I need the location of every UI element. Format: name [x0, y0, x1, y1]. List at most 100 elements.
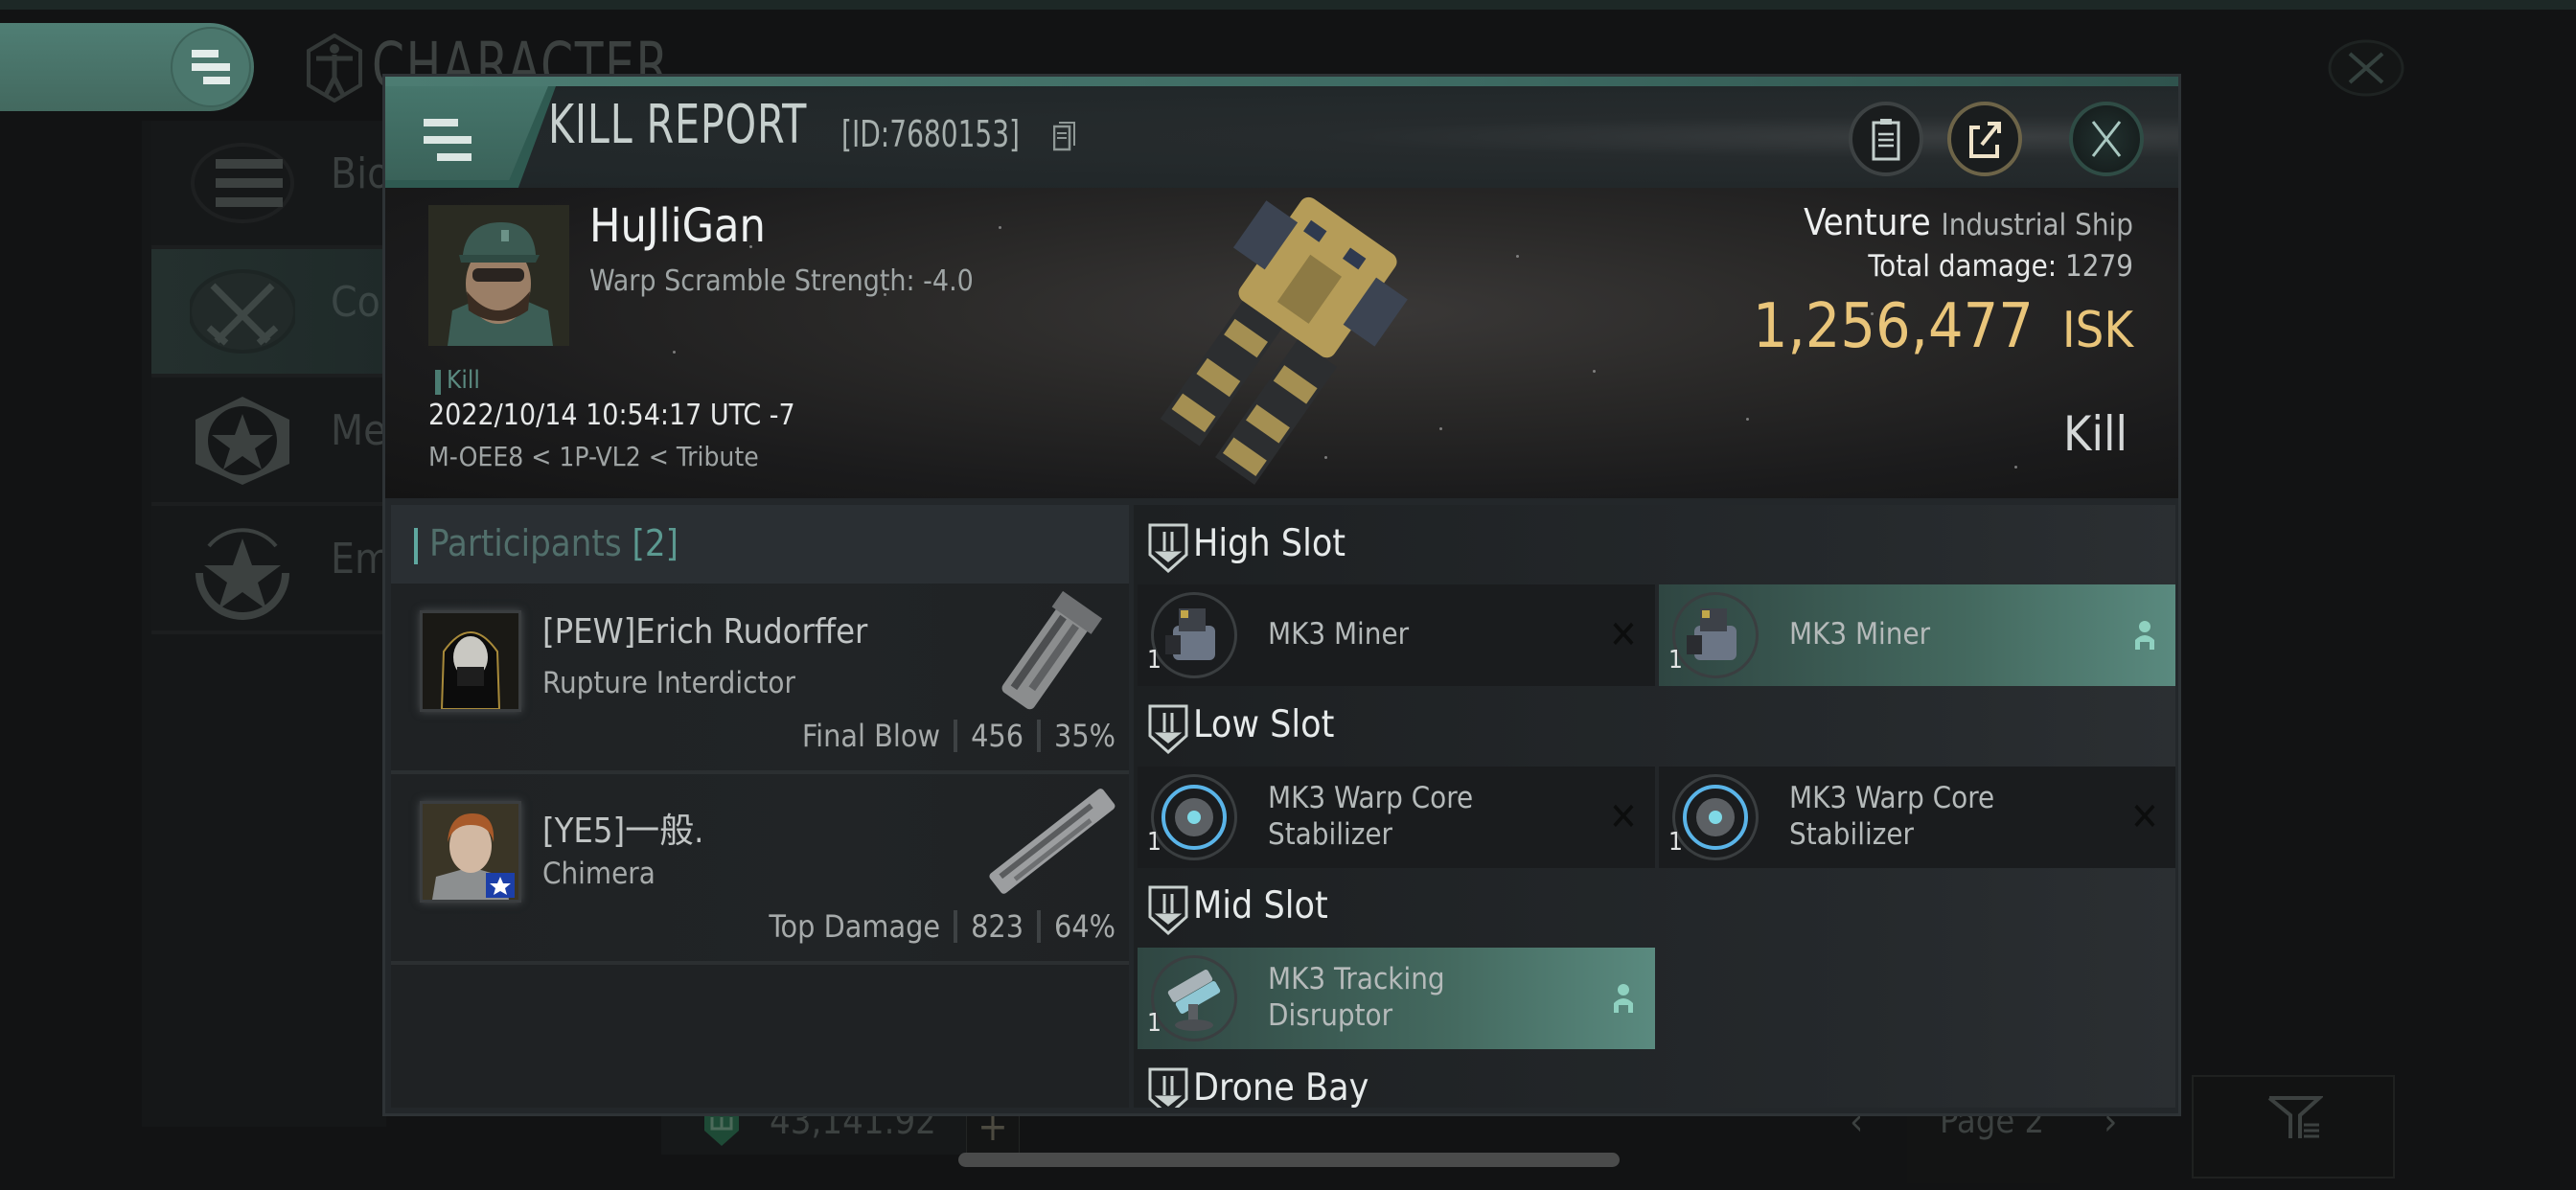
sidebar-item-medals[interactable]: Medals	[151, 378, 465, 506]
participant-damage: 823	[971, 908, 1024, 945]
kill-tag: Kill	[447, 366, 480, 395]
fitting-item[interactable]: 1 MK3 Miner	[1659, 584, 2175, 686]
sidebar-item-bio[interactable]: Bio	[151, 121, 390, 249]
kill-tag-marker	[435, 370, 441, 395]
participant-ship: Chimera	[542, 857, 656, 891]
dropped-loot-icon	[1614, 984, 1633, 1013]
total-damage: Total damage: 1279	[1868, 249, 2133, 284]
total-damage-value: 1279	[2065, 249, 2133, 284]
modal-title: KILL REPORT	[548, 94, 808, 156]
top-status-strip	[0, 0, 2576, 10]
participant-avatar[interactable]	[420, 610, 521, 712]
close-icon	[2091, 121, 2122, 157]
participants-count: [2]	[632, 522, 678, 564]
destroyed-x-icon: ✕	[1608, 613, 1638, 657]
module-quantity: 1	[1147, 828, 1162, 857]
slot-label: High Slot	[1193, 522, 1346, 565]
miner-module-icon	[1165, 608, 1215, 660]
warp-scramble-strength: Warp Scramble Strength: -4.0	[589, 264, 974, 298]
module-name: MK3 Tracking Disruptor	[1268, 962, 1445, 1033]
participant-portrait-image	[423, 613, 518, 709]
emblem-star-icon	[196, 528, 289, 620]
ship-name: Venture	[1804, 201, 1931, 243]
victim-ship[interactable]: Venture Industrial Ship	[1804, 201, 2133, 243]
home-indicator[interactable]	[958, 1153, 1620, 1167]
modal-top-accent	[385, 77, 2178, 86]
fitting-item[interactable]: 1 MK3 Tracking Disruptor	[1138, 948, 1655, 1049]
participant-avatar[interactable]	[420, 801, 521, 903]
stat-divider	[1037, 720, 1042, 752]
sidebar-item-emblems[interactable]: Emblems	[151, 506, 506, 634]
background-close-icon[interactable]	[2327, 38, 2405, 98]
share-button[interactable]	[1947, 102, 2022, 176]
kill-location[interactable]: M-OEE8 < 1P-VL2 < Tribute	[428, 441, 759, 472]
destroyed-x-icon: ✕	[1608, 795, 1638, 839]
hamburger-icon	[424, 119, 472, 161]
module-quantity: 1	[1668, 646, 1683, 675]
sidebar-item-combat[interactable]: Combat	[151, 249, 479, 378]
participant-stats: Final Blow 456 35%	[802, 718, 1116, 754]
slot-shield-icon	[1148, 523, 1188, 574]
rupture-ship-image	[1001, 591, 1103, 710]
slot-shield-icon	[1148, 1067, 1188, 1108]
participant-name: [YE5]一般.	[542, 812, 704, 851]
tracking-disruptor-icon	[1167, 970, 1221, 1031]
bio-icon	[191, 143, 294, 223]
sidebar-label: Bio	[331, 149, 391, 198]
participants-marker	[414, 528, 418, 564]
miner-module-icon	[1687, 608, 1736, 660]
module-icon	[1151, 592, 1237, 678]
participant-role: Top Damage	[769, 908, 941, 945]
slot-header-high: High Slot	[1134, 505, 2175, 585]
participant-row[interactable]: [YE5]一般. Chimera Top Damage 823 64%	[391, 774, 1129, 965]
slot-shield-icon	[1148, 704, 1188, 755]
crossed-swords-icon	[190, 269, 295, 354]
module-quantity: 1	[1668, 828, 1683, 857]
stat-divider	[954, 910, 958, 943]
module-quantity: 1	[1147, 646, 1162, 675]
clipboard-button[interactable]	[1849, 102, 1923, 176]
module-name: MK3 Warp Core Stabilizer	[1268, 781, 1474, 852]
slot-label: Mid Slot	[1193, 884, 1328, 927]
kill-result: Kill	[2063, 406, 2128, 462]
venture-ship-image	[1160, 196, 1408, 485]
fitting-item[interactable]: 1 MK3 Warp Core Stabilizer ✕	[1659, 767, 2175, 868]
participant-portrait-image	[423, 804, 518, 900]
participant-stats: Top Damage 823 64%	[769, 908, 1116, 945]
participant-row[interactable]: [PEW]Erich Rudorffer Rupture Interdictor…	[391, 584, 1129, 774]
participant-percent: 64%	[1054, 908, 1116, 945]
fitting-item[interactable]: 1 MK3 Warp Core Stabilizer ✕	[1138, 767, 1655, 868]
slot-label: Low Slot	[1193, 703, 1335, 746]
fittings-panel: High Slot 1 MK3 Miner ✕ 1 MK3 Miner Low …	[1134, 505, 2175, 1108]
isk-currency: ISK	[2061, 302, 2133, 359]
module-icon	[1672, 774, 1759, 860]
total-damage-label: Total damage:	[1868, 249, 2058, 284]
destroyed-x-icon: ✕	[2129, 795, 2159, 839]
filter-icon	[2267, 1096, 2323, 1138]
victim-name[interactable]: HuJliGan	[589, 199, 766, 253]
chimera-ship-image	[989, 789, 1116, 894]
participant-ship: Rupture Interdictor	[542, 666, 795, 700]
module-quantity: 1	[1147, 1009, 1162, 1038]
hamburger-icon	[192, 50, 230, 84]
module-name: MK3 Miner	[1268, 617, 1410, 652]
character-vitruvian-icon	[307, 34, 362, 103]
main-menu-button[interactable]	[171, 27, 251, 107]
participants-header: Participants [2]	[391, 505, 1129, 584]
isk-amount: 1,256,477	[1752, 291, 2034, 362]
slot-header-drone-bay: Drone Bay	[1134, 1049, 2175, 1108]
copy-icon[interactable]	[1053, 121, 1076, 151]
isk-value: 1,256,477 ISK	[1753, 291, 2133, 362]
character-sidebar: Bio Combat Medals Emblems	[142, 121, 506, 1127]
share-external-icon	[1969, 122, 2001, 158]
victim-avatar[interactable]	[428, 205, 569, 346]
participants-panel: Participants [2] [PEW]Erich Rudorffer Ru…	[391, 505, 1129, 1108]
kill-datetime: 2022/10/14 10:54:17 UTC -7	[428, 399, 795, 432]
close-button[interactable]	[2069, 102, 2144, 176]
warp-core-stabilizer-icon	[1162, 785, 1227, 850]
participants-title: Participants [2]	[429, 522, 678, 564]
slot-header-low: Low Slot	[1134, 686, 2175, 767]
stat-divider	[1037, 910, 1042, 943]
filter-button[interactable]	[2192, 1075, 2395, 1179]
fitting-item[interactable]: 1 MK3 Miner ✕	[1138, 584, 1655, 686]
